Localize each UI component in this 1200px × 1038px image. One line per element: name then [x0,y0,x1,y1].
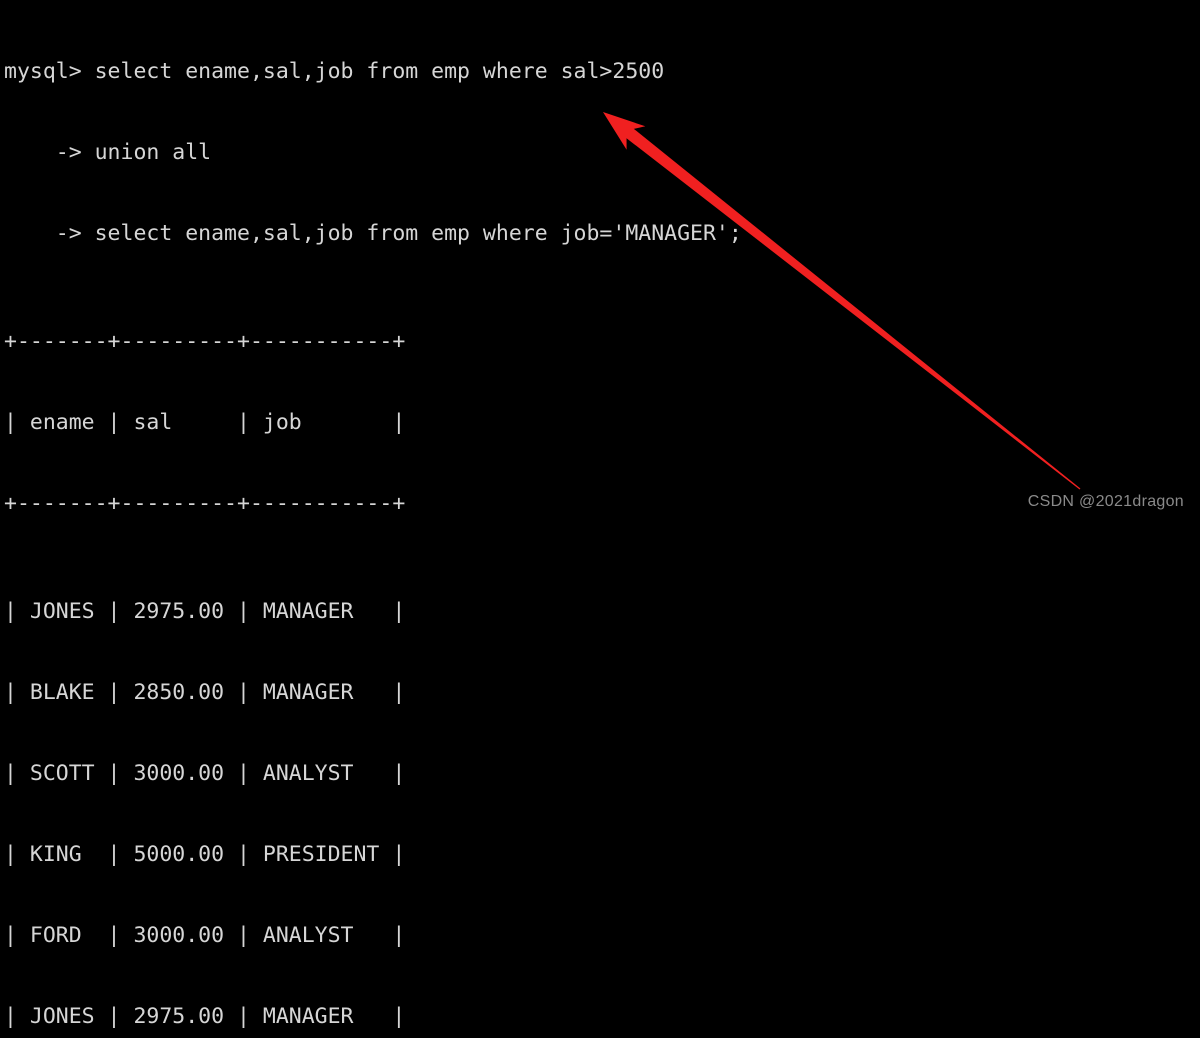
table-row: | KING | 5000.00 | PRESIDENT | [4,842,406,867]
terminal-output[interactable]: mysql> select ename,sal,job from emp whe… [0,0,1200,1029]
table-row: | BLAKE | 2850.00 | MANAGER | [4,680,406,705]
table-row: | SCOTT | 3000.00 | ANALYST | [4,761,406,786]
table-row: | JONES | 2975.00 | MANAGER | [4,1004,406,1029]
query-line-1: mysql> select ename,sal,job from emp whe… [4,59,665,84]
table-header-row: | ename | sal | job | [4,410,406,435]
table-row: | JONES | 2975.00 | MANAGER | [4,599,406,624]
query-line-3: -> select ename,sal,job from emp where j… [4,221,742,246]
table-row: | FORD | 3000.00 | ANALYST | [4,923,406,948]
query-line-2: -> union all [4,140,212,165]
table-border-top: +-------+---------+-----------+ [4,329,406,354]
table-border-mid: +-------+---------+-----------+ [4,491,406,516]
watermark-label: CSDN @2021dragon [1027,493,1184,510]
